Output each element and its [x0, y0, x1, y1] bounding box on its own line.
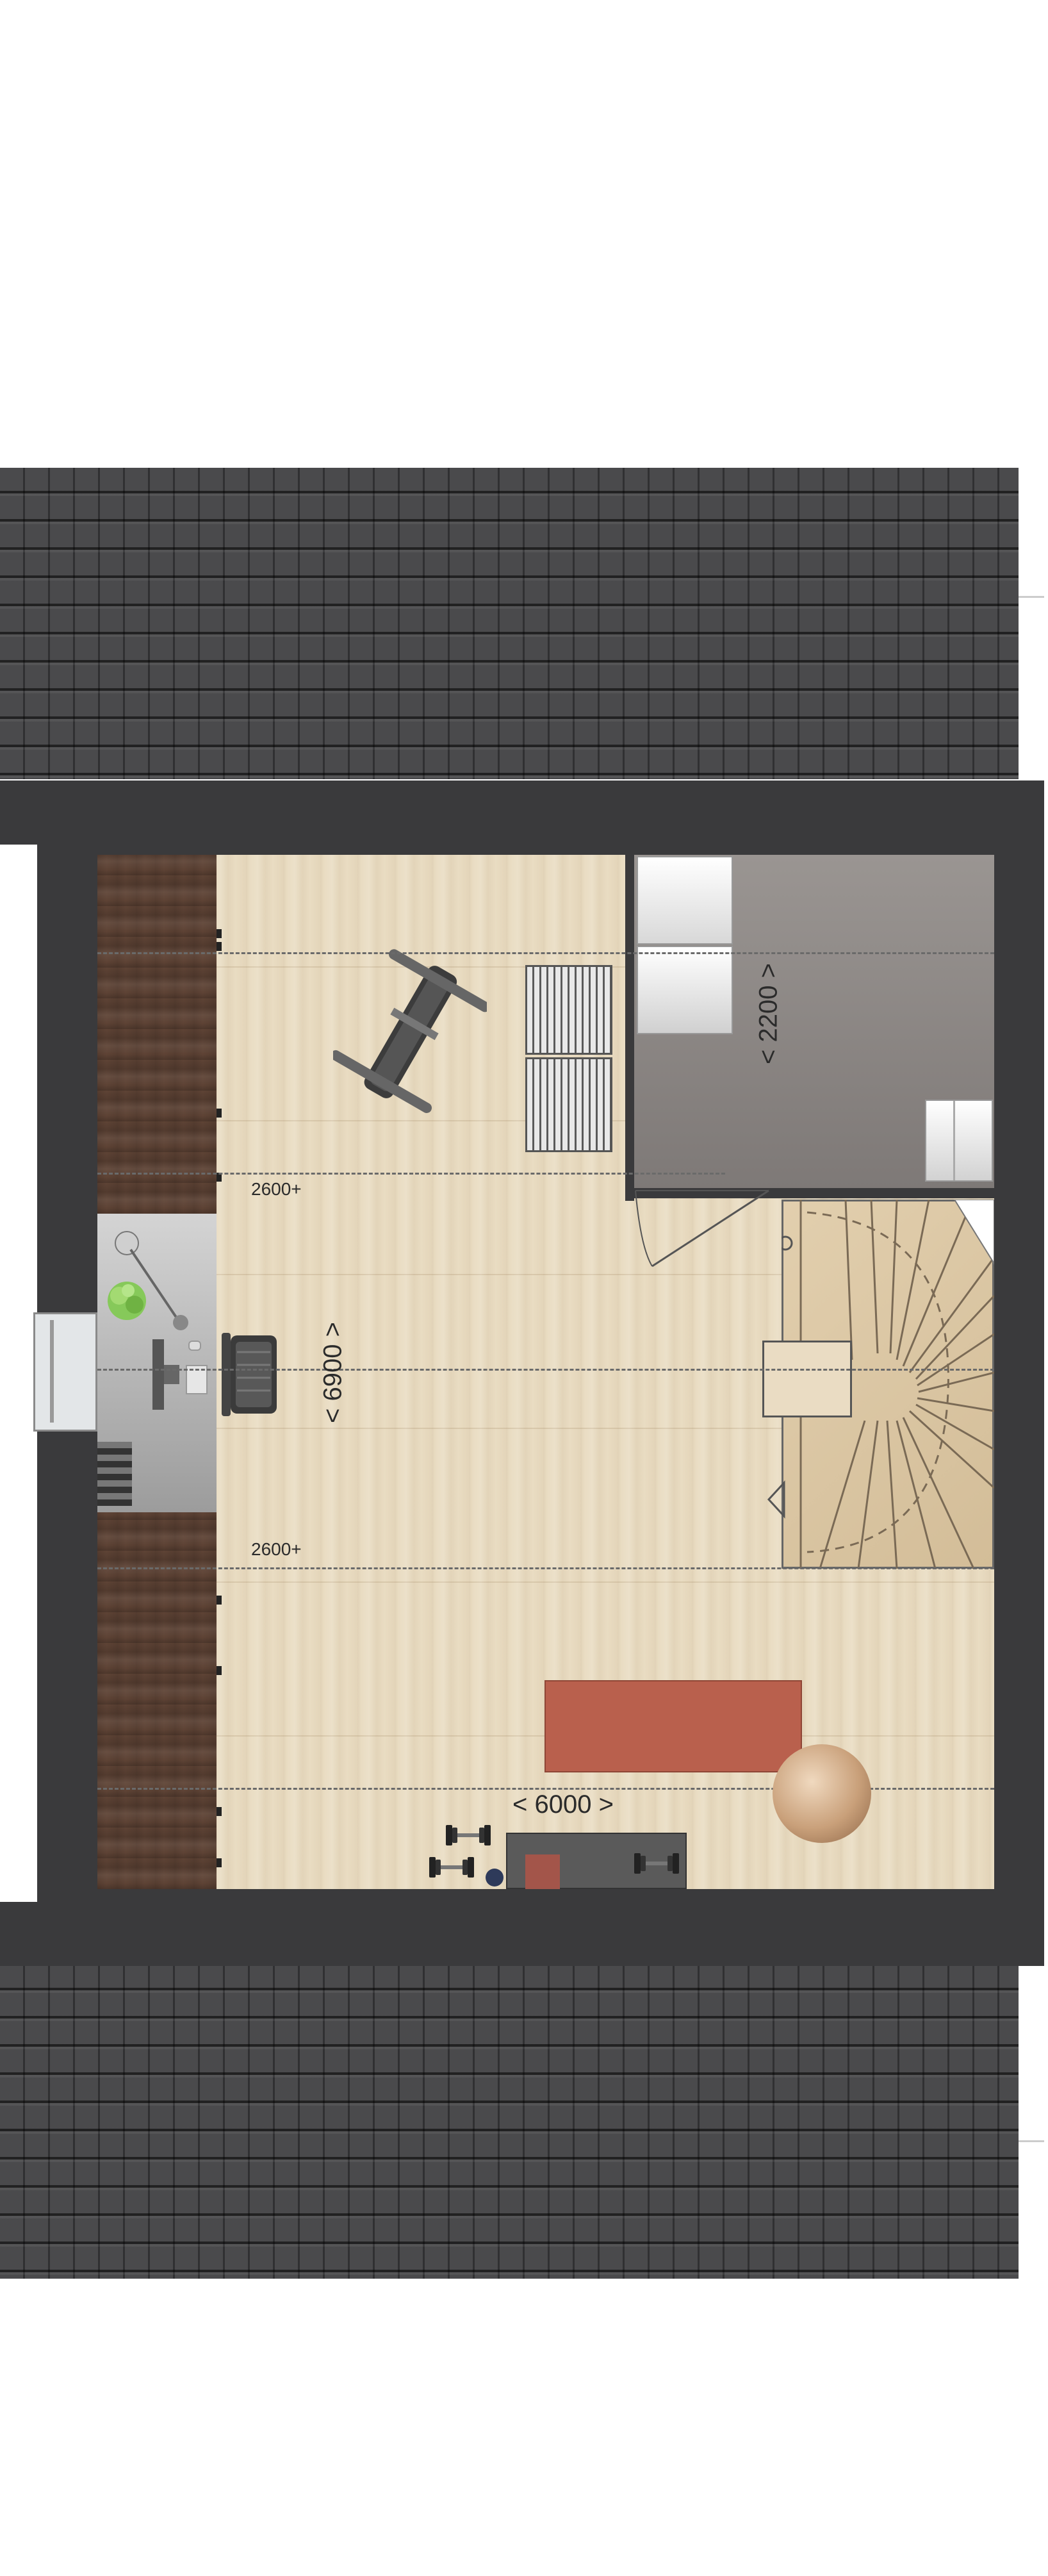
cabinet-handle	[217, 1807, 222, 1816]
monitor-stand-icon	[164, 1365, 179, 1384]
water-bottle-icon	[486, 1869, 504, 1887]
cabinet-handle	[217, 1858, 222, 1867]
storage-dimension: < 2200 >	[754, 963, 783, 1064]
roof-edge-mark	[1019, 2140, 1044, 2142]
width-dimension: < 6000 >	[512, 1790, 614, 1819]
desk-lamp-icon	[115, 1231, 188, 1330]
roof-edge-mark	[1019, 596, 1044, 598]
dumbbell-icon	[446, 1825, 491, 1845]
exercise-mat	[544, 1680, 802, 1772]
left-exterior	[0, 845, 37, 1902]
ridge-line	[97, 1369, 994, 1371]
storage-wall-left	[625, 855, 634, 1201]
bench-cushion	[525, 1854, 560, 1889]
roof-slope-line	[97, 952, 994, 954]
boiler-divider	[953, 1101, 955, 1180]
built-in-cabinet-top	[97, 855, 217, 1214]
roof-bottom	[0, 1965, 1019, 2279]
roof-slope-line	[97, 1173, 725, 1175]
mouse-icon	[188, 1341, 201, 1351]
washing-machine	[637, 946, 733, 1034]
exercise-ball	[773, 1744, 871, 1843]
stair-newel	[762, 1341, 852, 1417]
dumbbell-icon	[429, 1857, 474, 1878]
weight-bench-icon	[333, 949, 487, 1113]
books-icon	[97, 1442, 132, 1506]
height-mark-upper: 2600+	[251, 1179, 302, 1199]
roof-slope-line	[97, 1567, 994, 1569]
shoe-rack	[525, 1057, 612, 1152]
cabinet-handle	[217, 942, 222, 951]
stair-arrow-icon	[767, 1480, 785, 1519]
height-mark-lower: 2600+	[251, 1539, 302, 1559]
shoe-rack	[525, 965, 612, 1055]
office-chair-icon	[222, 1333, 277, 1416]
dryer	[637, 856, 733, 945]
cabinet-handle	[217, 1596, 222, 1605]
boiler	[925, 1100, 993, 1182]
depth-dimension: < 6900 >	[318, 1322, 347, 1423]
door-swing-icon	[635, 1189, 769, 1267]
dumbbell-icon	[634, 1853, 679, 1874]
cabinet-handle	[217, 929, 222, 938]
window	[33, 1312, 97, 1432]
roof-top	[0, 468, 1019, 779]
window-frame	[50, 1320, 54, 1423]
monitor-icon	[152, 1339, 164, 1410]
cabinet-handle	[217, 1109, 222, 1118]
cabinet-handle	[217, 1666, 222, 1675]
